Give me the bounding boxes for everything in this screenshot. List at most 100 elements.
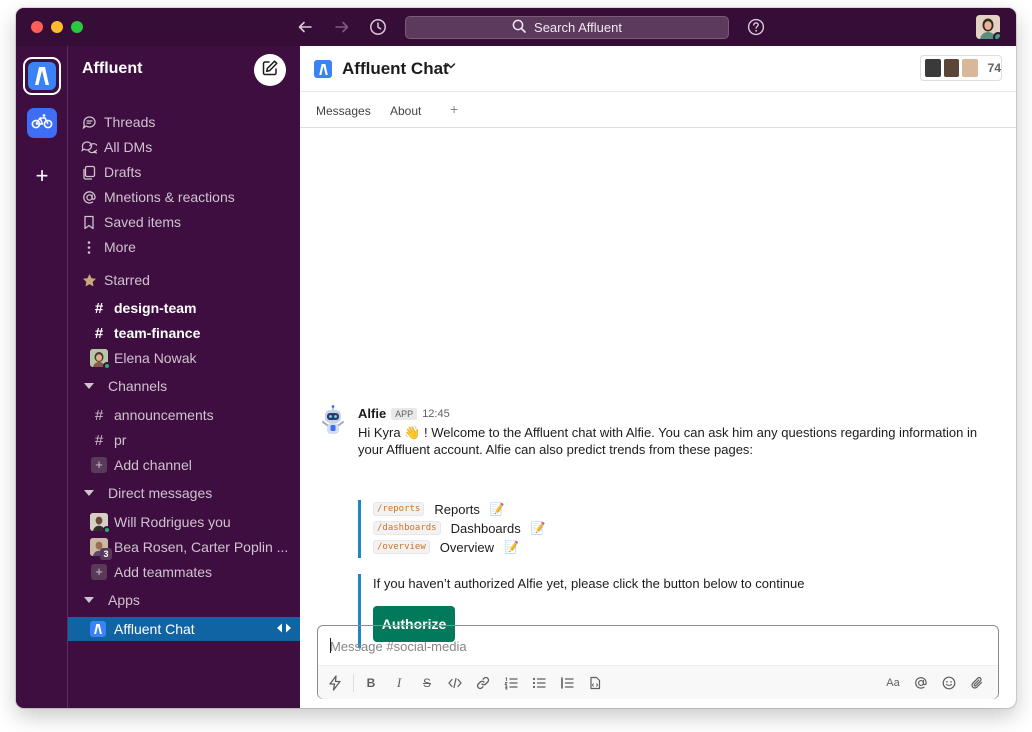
help-icon[interactable] [745, 16, 767, 38]
search-bar[interactable]: Search Affluent [405, 16, 729, 39]
dm-label: Will Rodrigues you [114, 514, 231, 530]
drafts-icon [80, 165, 98, 180]
sidebar-channel-pr[interactable]: # pr [68, 428, 300, 452]
page-path: /dashboards [373, 521, 441, 535]
member-count: 74 [987, 61, 1001, 75]
back-arrow-icon[interactable] [294, 16, 316, 38]
channel-pane: Affluent Chat 74 Messages About + Alfie … [300, 46, 1016, 708]
sidebar-item-threads[interactable]: Threads [68, 110, 300, 134]
sidebar-dm-elena-nowak[interactable]: Elena Nowak [68, 346, 300, 370]
shortcuts-lightning-icon[interactable] [325, 673, 345, 693]
section-starred[interactable]: Starred [68, 268, 300, 292]
dms-icon [80, 140, 98, 155]
code-icon[interactable] [445, 673, 465, 693]
channel-sidebar: Affluent Threads All DMs Drafts Mnetions… [68, 46, 300, 708]
history-clock-icon[interactable] [367, 16, 389, 38]
sidebar-item-more[interactable]: More [68, 235, 300, 259]
emoji-icon[interactable] [939, 673, 959, 693]
members-button[interactable]: 74 [920, 55, 1002, 81]
memo-icon: 📝 [489, 502, 505, 516]
tab-about[interactable]: About [390, 104, 421, 118]
section-direct-messages[interactable]: Direct messages [68, 481, 300, 505]
text-format-icon[interactable]: Aa [883, 673, 903, 693]
search-icon [512, 19, 526, 36]
add-tab-button[interactable]: + [450, 101, 458, 117]
sidebar-app-affluent-chat[interactable]: Affluent Chat [68, 617, 300, 641]
affluent-logo-icon [90, 621, 106, 637]
message-input[interactable] [330, 636, 970, 656]
add-teammates-label: Add teammates [114, 564, 213, 580]
sidebar-dm-group[interactable]: 3 Bea Rosen, Carter Poplin ... [68, 535, 300, 560]
add-teammates-button[interactable]: + Add teammates [68, 560, 300, 584]
avatar [90, 349, 111, 370]
sidebar-item-saved[interactable]: Saved items [68, 210, 300, 234]
sidebar-channel-announcements[interactable]: # announcements [68, 403, 300, 427]
star-icon [80, 273, 98, 288]
presence-indicator [993, 32, 1000, 39]
chevron-down-icon[interactable] [446, 62, 456, 73]
page-path: /reports [373, 502, 425, 516]
bulleted-list-icon[interactable] [529, 673, 549, 693]
hash-icon: # [94, 406, 104, 424]
link-icon[interactable] [473, 673, 493, 693]
workspace-affluent-button[interactable] [23, 57, 61, 95]
sidebar-channel-team-finance[interactable]: # team-finance [68, 321, 300, 345]
attachment-paperclip-icon[interactable] [967, 673, 987, 693]
robot-avatar-icon[interactable] [316, 404, 350, 438]
avatar: 3 [90, 538, 112, 560]
pages-list: /reports Reports 📝 /dashboards Dashboard… [358, 500, 998, 558]
blockquote-icon[interactable] [557, 673, 577, 693]
zoom-window-button[interactable] [71, 21, 83, 33]
ordered-list-icon[interactable] [501, 673, 521, 693]
section-channels[interactable]: Channels [68, 374, 300, 398]
code-block-icon[interactable] [585, 673, 605, 693]
message-time[interactable]: 12:45 [422, 408, 450, 420]
sidebar-item-label: Mnetions & reactions [104, 189, 235, 205]
workspace-name[interactable]: Affluent [82, 60, 142, 78]
channel-title[interactable]: Affluent Chat [342, 59, 449, 79]
app-badge: APP [391, 407, 418, 420]
sidebar-item-all-dms[interactable]: All DMs [68, 135, 300, 159]
sender-name[interactable]: Alfie [358, 406, 386, 421]
italic-icon[interactable]: I [389, 673, 409, 693]
user-avatar[interactable] [976, 15, 1000, 39]
at-mention-icon [80, 190, 98, 205]
strikethrough-icon[interactable]: S [417, 673, 437, 693]
channel-header: Affluent Chat 74 [300, 46, 1016, 92]
bicycle-icon [31, 113, 53, 134]
channel-label: pr [114, 432, 127, 448]
memo-icon: 📝 [530, 521, 546, 535]
add-channel-button[interactable]: + Add channel [68, 453, 300, 477]
add-workspace-plus-icon[interactable]: + [30, 164, 54, 188]
bold-icon[interactable]: B [361, 673, 381, 693]
list-item: /overview Overview 📝 [373, 538, 519, 556]
sidebar-item-label: Drafts [104, 164, 142, 180]
section-apps[interactable]: Apps [68, 588, 300, 612]
presence-indicator [103, 526, 111, 534]
workspace-bike-button[interactable] [27, 108, 57, 138]
dm-label: Elena Nowak [114, 350, 197, 366]
page-name: Reports [434, 501, 480, 517]
formatting-toolbar: B I S Aa [318, 665, 998, 699]
caret-down-icon [84, 597, 94, 603]
tab-messages[interactable]: Messages [316, 104, 371, 118]
page-name: Dashboards [450, 520, 521, 536]
plus-icon: + [91, 457, 107, 473]
caret-down-icon [84, 383, 94, 389]
sidebar-item-drafts[interactable]: Drafts [68, 160, 300, 184]
forward-arrow-icon[interactable] [331, 16, 353, 38]
member-count-badge: 3 [100, 548, 112, 560]
close-window-button[interactable] [31, 21, 43, 33]
message-text: Hi Kyra 👋 ! Welcome to the Affluent chat… [358, 425, 978, 457]
compose-button[interactable] [254, 54, 286, 86]
sidebar-channel-design-team[interactable]: # design-team [68, 296, 300, 320]
sidebar-item-label: More [104, 239, 136, 255]
channel-label: team-finance [114, 325, 201, 341]
sidebar-dm-will-rodrigues[interactable]: Will Rodrigues you [68, 510, 300, 534]
channel-label: announcements [114, 407, 214, 423]
sidebar-item-mentions[interactable]: Mnetions & reactions [68, 185, 300, 209]
at-mention-icon[interactable] [911, 673, 931, 693]
sidebar-header: Affluent [68, 46, 300, 92]
minimize-window-button[interactable] [51, 21, 63, 33]
hash-icon: # [94, 324, 104, 342]
